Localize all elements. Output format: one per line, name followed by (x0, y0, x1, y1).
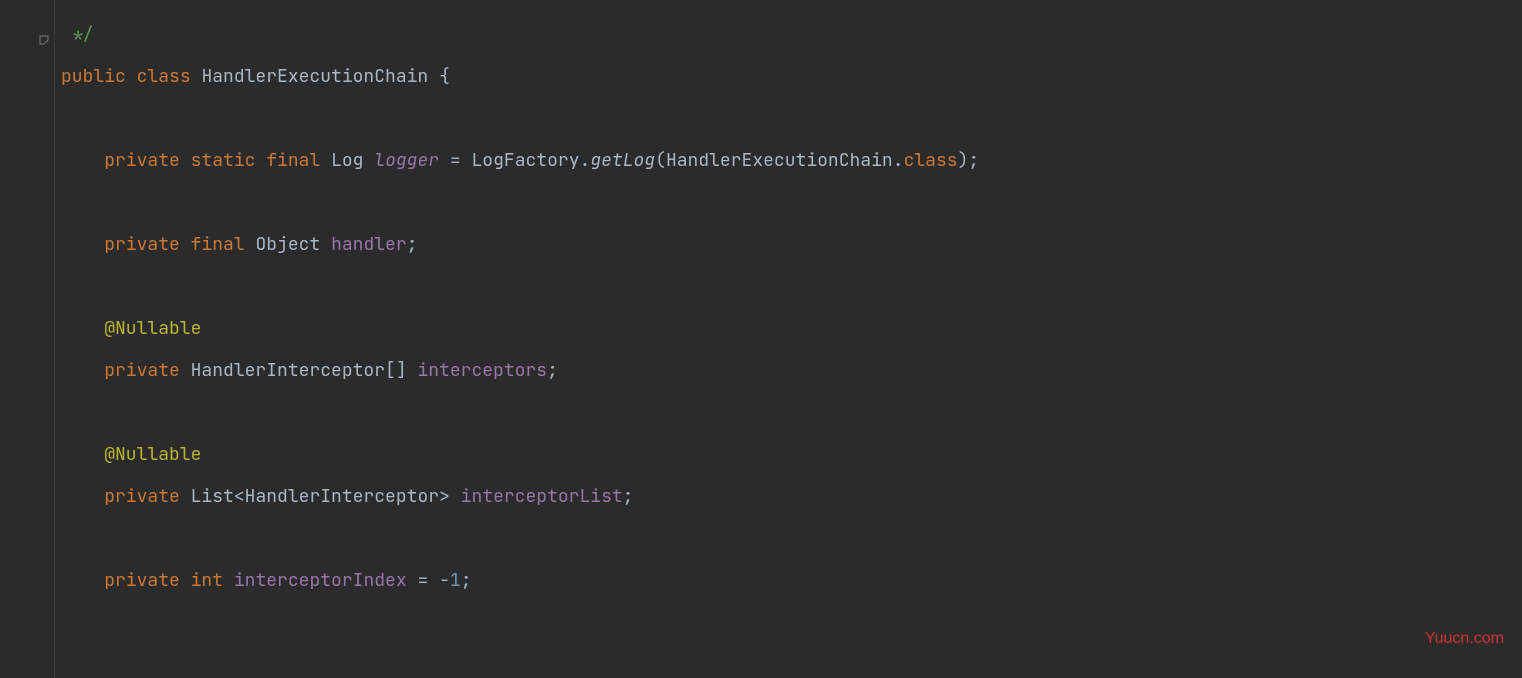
code-line: private HandlerInterceptor[] interceptor… (61, 350, 1522, 392)
code-editor: */ public class HandlerExecutionChain { … (0, 0, 1522, 678)
watermark: Yuucn.com (1425, 618, 1504, 660)
code-line: public class HandlerExecutionChain { (61, 56, 1522, 98)
editor-gutter (0, 0, 55, 678)
code-line (61, 182, 1522, 224)
annotation: @Nullable (104, 317, 201, 340)
code-line: private static final Log logger = LogFac… (61, 140, 1522, 182)
code-line: private int interceptorIndex = -1; (61, 560, 1522, 602)
code-line (61, 266, 1522, 308)
code-line: */ (61, 14, 1522, 56)
code-line: private final Object handler; (61, 224, 1522, 266)
code-line: @Nullable (61, 308, 1522, 350)
code-content[interactable]: */ public class HandlerExecutionChain { … (55, 0, 1522, 678)
code-line (61, 392, 1522, 434)
code-line: @Nullable (61, 434, 1522, 476)
code-line (61, 518, 1522, 560)
comment-end: */ (61, 23, 93, 46)
code-line: private List<HandlerInterceptor> interce… (61, 476, 1522, 518)
code-line (61, 98, 1522, 140)
fold-outline-icon[interactable] (38, 20, 50, 32)
annotation: @Nullable (104, 443, 201, 466)
